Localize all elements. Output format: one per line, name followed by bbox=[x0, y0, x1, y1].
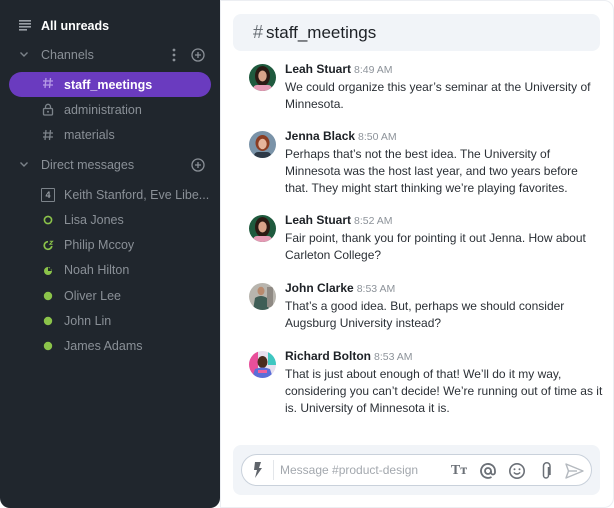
message-text: Fair point, thank you for pointing it ou… bbox=[285, 230, 605, 264]
sidebar-item-administration[interactable]: administration bbox=[0, 98, 220, 122]
add-direct-message-icon[interactable] bbox=[191, 158, 205, 172]
more-vertical-icon[interactable] bbox=[172, 48, 176, 62]
dm-label: John Lin bbox=[64, 314, 112, 328]
message-time: 8:52 AM bbox=[354, 215, 393, 227]
list-lines-icon bbox=[19, 20, 32, 31]
message-text: We could organize this year’s seminar at… bbox=[285, 79, 605, 113]
text-format-icon[interactable]: Tᴛ bbox=[449, 461, 469, 481]
add-channel-icon[interactable] bbox=[191, 48, 205, 62]
chevron-down-icon[interactable] bbox=[19, 51, 29, 58]
message-time: 8:50 AM bbox=[358, 131, 397, 143]
dm-label: Philip Mccoy bbox=[64, 238, 135, 252]
channel-label: administration bbox=[64, 103, 142, 117]
channel-label: materials bbox=[64, 128, 115, 142]
message-input[interactable] bbox=[280, 461, 440, 479]
dm-label: Keith Stanford, Eve Libe... bbox=[64, 188, 210, 202]
dm-item-james-adams[interactable]: James Adams bbox=[0, 334, 220, 358]
message-line: Minnesota was the host last year, and tw… bbox=[285, 164, 578, 178]
message-line: is. University of Minnesota it is. bbox=[285, 401, 450, 415]
dm-item-philip-mccoy[interactable]: Philip Mccoy bbox=[0, 233, 220, 257]
hash-icon bbox=[42, 77, 54, 89]
dm-item-lisa-jones[interactable]: Lisa Jones bbox=[0, 208, 220, 232]
message-time: 8:49 AM bbox=[354, 64, 393, 76]
message-line: Augsburg University instead? bbox=[285, 316, 442, 330]
message-line: Carleton College? bbox=[285, 248, 382, 262]
conversation-panel: # staff_meetings Leah Stuart 8:49 AM We c… bbox=[220, 0, 614, 508]
channel-label: staff_meetings bbox=[64, 77, 153, 92]
avatar-jenna-black[interactable] bbox=[249, 131, 276, 158]
message-time: 8:53 AM bbox=[356, 283, 396, 295]
message-line: Fair point, thank you for pointing it ou… bbox=[285, 231, 586, 245]
sidebar: All unreads Channels staff_meetings admi… bbox=[0, 0, 220, 508]
dm-label: Lisa Jones bbox=[64, 213, 124, 227]
message-line: considering you can’t decide! We’re runn… bbox=[285, 384, 603, 398]
sidebar-item-staff-meetings[interactable]: staff_meetings bbox=[9, 72, 211, 97]
chat-app: All unreads Channels staff_meetings admi… bbox=[0, 0, 614, 508]
attachment-icon[interactable] bbox=[536, 461, 556, 481]
all-unreads-label: All unreads bbox=[41, 19, 110, 33]
hash-icon bbox=[42, 129, 54, 141]
channel-header: # staff_meetings bbox=[233, 14, 600, 51]
lock-icon bbox=[42, 103, 54, 116]
message-line: That’s a good idea. But, perhaps we shou… bbox=[285, 299, 565, 313]
status-dnd-icon bbox=[43, 265, 54, 276]
dm-item-oliver-lee[interactable]: Oliver Lee bbox=[0, 284, 220, 308]
message-author[interactable]: Leah Stuart bbox=[285, 213, 351, 227]
group-count-icon: 4 bbox=[41, 188, 55, 202]
channels-section-header[interactable]: Channels bbox=[0, 43, 220, 67]
message-text: That’s a good idea. But, perhaps we shou… bbox=[285, 298, 605, 332]
message-author[interactable]: John Clarke bbox=[285, 281, 354, 295]
message-line: Minnesota. bbox=[285, 97, 344, 111]
sidebar-item-materials[interactable]: materials bbox=[0, 123, 220, 147]
message-line: That is just about enough of that! We’ll… bbox=[285, 367, 562, 381]
sidebar-item-all-unreads[interactable]: All unreads bbox=[0, 14, 220, 38]
composer-area: Tᴛ bbox=[233, 445, 600, 495]
channel-title: staff_meetings bbox=[266, 22, 377, 42]
emoji-icon[interactable] bbox=[507, 461, 527, 481]
channels-section-label: Channels bbox=[41, 48, 94, 62]
message-line: Perhaps that’s not the best idea. The Un… bbox=[285, 147, 551, 161]
message-author[interactable]: Richard Bolton bbox=[285, 349, 371, 363]
chevron-down-icon[interactable] bbox=[19, 161, 29, 168]
dm-item-john-lin[interactable]: John Lin bbox=[0, 309, 220, 333]
hash-icon: # bbox=[253, 22, 264, 42]
dm-item-noah-hilton[interactable]: Noah Hilton bbox=[0, 258, 220, 282]
composer-divider bbox=[273, 460, 274, 480]
status-snooze-icon bbox=[43, 240, 54, 251]
status-online-dot-icon bbox=[43, 291, 53, 301]
message-text: That is just about enough of that! We’ll… bbox=[285, 366, 605, 417]
avatar-john-clarke[interactable] bbox=[249, 283, 276, 310]
message-author[interactable]: Leah Stuart bbox=[285, 62, 351, 76]
direct-messages-section-header[interactable]: Direct messages bbox=[0, 153, 220, 177]
dm-label: Noah Hilton bbox=[64, 263, 130, 277]
status-away-ring-icon bbox=[43, 215, 53, 225]
message-author[interactable]: Jenna Black bbox=[285, 129, 355, 143]
status-online-dot-icon bbox=[43, 341, 53, 351]
message-text: Perhaps that’s not the best idea. The Un… bbox=[285, 146, 605, 197]
lightning-bolt-icon[interactable] bbox=[252, 462, 264, 483]
message-time: 8:53 AM bbox=[374, 351, 413, 363]
dm-label: Oliver Lee bbox=[64, 289, 121, 303]
status-online-dot-icon bbox=[43, 316, 53, 326]
message-composer: Tᴛ bbox=[241, 454, 592, 486]
message-line: We could organize this year’s seminar at… bbox=[285, 80, 591, 94]
avatar-leah-stuart[interactable] bbox=[249, 64, 276, 91]
mention-icon[interactable] bbox=[478, 461, 498, 481]
send-icon[interactable] bbox=[564, 461, 584, 481]
message-line: that. They might start thinking we’re pl… bbox=[285, 181, 568, 195]
avatar-richard-bolton[interactable] bbox=[249, 351, 276, 378]
direct-messages-section-label: Direct messages bbox=[41, 158, 135, 172]
dm-item-group[interactable]: 4 Keith Stanford, Eve Libe... bbox=[0, 183, 220, 207]
dm-label: James Adams bbox=[64, 339, 143, 353]
avatar-leah-stuart[interactable] bbox=[249, 215, 276, 242]
